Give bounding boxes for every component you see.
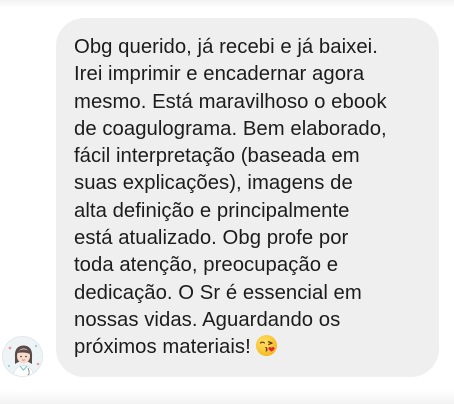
message-line: toda atenção, preocupação e — [74, 254, 339, 277]
message-line: dedicação. O Sr é essencial em — [74, 281, 362, 304]
sender-avatar[interactable] — [2, 336, 43, 377]
message-line: mesmo. Está maravilhoso o ebook — [74, 90, 387, 113]
top-divider — [0, 0, 454, 8]
message-line: Irei imprimir e encadernar agora — [74, 63, 365, 86]
message-line: nossas vidas. Aguardando os — [74, 308, 341, 331]
message-line-text: próximos materiais! — [74, 336, 251, 359]
message-line: Obg querido, já recebi e já baixei. — [74, 36, 378, 58]
message-line: alta definição e principalmente — [74, 199, 350, 222]
message-text: Obg querido, já recebi e já baixei. Irei… — [74, 34, 427, 362]
message-line: está atualizado. Obg profe por — [74, 227, 349, 250]
message-bubble[interactable]: Obg querido, já recebi e já baixei. Irei… — [56, 18, 439, 377]
kiss-emoji-icon — [255, 334, 278, 357]
bottom-divider — [0, 390, 454, 404]
chat-screen: Obg querido, já recebi e já baixei. Irei… — [0, 0, 454, 404]
message-line: de coagulograma. Bem elaborado, — [74, 117, 387, 140]
message-line-last: próximos materiais! — [74, 334, 427, 361]
message-line: fácil interpretação (baseada em — [74, 145, 360, 168]
user-avatar-illustration-icon — [3, 337, 42, 376]
message-line: suas explicações), imagens de — [74, 172, 353, 195]
